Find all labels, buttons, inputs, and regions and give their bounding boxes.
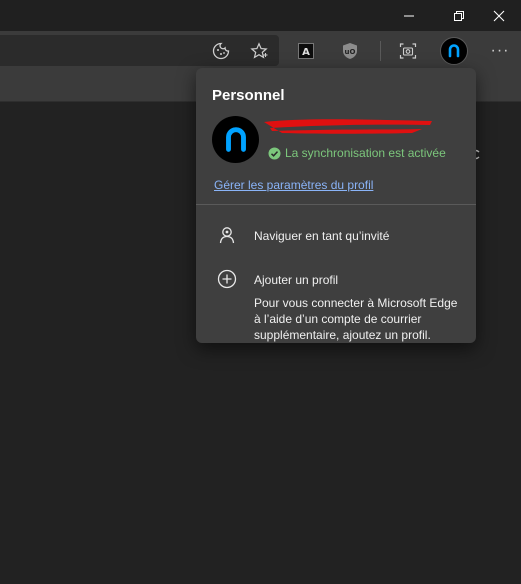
manage-profile-link[interactable]: Gérer les paramètres du profil (214, 178, 373, 192)
ublock-origin-icon: uO (343, 43, 357, 59)
redaction-scribble (264, 119, 432, 134)
cookie-button[interactable] (205, 35, 237, 67)
favorite-button[interactable] (243, 35, 275, 67)
minimize-button[interactable] (386, 0, 432, 31)
more-options-button[interactable]: ··· (484, 35, 516, 67)
check-circle-icon (268, 147, 281, 159)
svg-text:A: A (302, 47, 310, 58)
screenshot-camera-icon (399, 43, 417, 59)
profile-avatar (212, 116, 259, 163)
guest-browsing-label: Naviguer en tant qu’invité (254, 229, 390, 243)
add-profile-label: Ajouter un profil (254, 273, 339, 287)
address-bar[interactable] (0, 35, 279, 66)
extension-a-icon: A (298, 43, 314, 59)
more-options-icon: ··· (490, 42, 510, 59)
cookie-icon (212, 42, 230, 60)
sync-status-text: La synchronisation est activée (285, 146, 446, 160)
favorite-star-icon (250, 42, 268, 59)
restore-icon (454, 10, 464, 21)
guest-icon (216, 224, 238, 246)
screenshot-button[interactable] (392, 35, 424, 67)
ublock-origin-button[interactable]: uO (334, 35, 366, 67)
flyout-divider (196, 204, 476, 205)
sync-status: La synchronisation est activée (268, 146, 446, 160)
close-button[interactable] (476, 0, 521, 31)
svg-text:uO: uO (345, 48, 356, 56)
profile-avatar-icon (440, 37, 468, 65)
title-bar (0, 0, 521, 31)
toolbar-separator (380, 41, 381, 61)
add-circle-icon (216, 268, 238, 290)
profile-flyout: Personnel La synchronisation est activée… (196, 68, 476, 343)
minimize-icon (404, 15, 414, 16)
add-profile-description: Pour vous connecter à Microsoft Edge à l… (254, 296, 458, 342)
flyout-title: Personnel (212, 87, 285, 104)
close-icon (493, 10, 505, 21)
extension-a-button[interactable]: A (290, 35, 322, 67)
profile-button[interactable] (438, 35, 470, 67)
profile-avatar-icon (225, 126, 246, 152)
